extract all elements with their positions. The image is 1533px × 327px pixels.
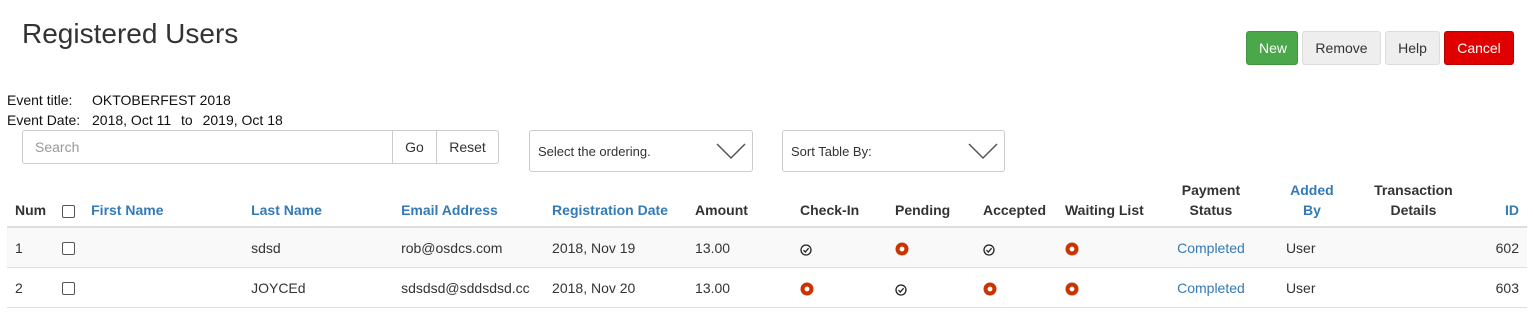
cell-accepted xyxy=(974,267,1057,308)
remove-button[interactable]: Remove xyxy=(1302,31,1381,65)
col-id[interactable]: ID xyxy=(1470,174,1527,228)
radio-circle-icon[interactable] xyxy=(1065,282,1079,296)
cell-first-name xyxy=(83,227,244,268)
col-registration-date[interactable]: Registration Date xyxy=(544,174,688,228)
event-title-label: Event title: xyxy=(7,92,73,108)
col-select-all xyxy=(54,174,84,228)
cell-select xyxy=(54,267,84,308)
page-title: Registered Users xyxy=(22,18,239,49)
cell-id: 602 xyxy=(1470,227,1527,268)
event-date-from: 2018, Oct 11 xyxy=(92,112,172,128)
check-circle-icon[interactable] xyxy=(895,283,907,296)
cell-transaction xyxy=(1355,267,1471,308)
cell-added-by: User xyxy=(1267,227,1356,268)
col-pending[interactable]: Pending xyxy=(887,174,975,228)
ordering-select-label: Select the ordering. xyxy=(538,144,651,159)
col-added-by[interactable]: Added By xyxy=(1267,174,1356,228)
toolbar: New Remove Help Cancel xyxy=(1246,31,1514,65)
col-last-name[interactable]: Last Name xyxy=(243,174,394,228)
select-all-checkbox[interactable] xyxy=(62,204,76,218)
cell-num: 2 xyxy=(7,267,55,308)
cell-amount: 13.00 xyxy=(687,227,793,268)
row-checkbox[interactable] xyxy=(62,242,76,256)
col-accepted[interactable]: Accepted xyxy=(974,174,1057,228)
radio-circle-icon[interactable] xyxy=(800,282,814,296)
cell-pending xyxy=(887,267,975,308)
col-check-in[interactable]: Check-In xyxy=(792,174,887,228)
cell-payment-status[interactable]: Completed xyxy=(1153,267,1268,308)
transaction-header-line1: Transaction xyxy=(1374,182,1453,198)
go-button[interactable]: Go xyxy=(393,130,437,164)
row-checkbox[interactable] xyxy=(62,282,76,296)
cell-pending xyxy=(887,227,975,268)
reset-button[interactable]: Reset xyxy=(437,130,499,164)
event-title-line: Event title: OKTOBERFEST 2018 xyxy=(7,92,231,108)
col-first-name[interactable]: First Name xyxy=(83,174,244,228)
radio-circle-icon[interactable] xyxy=(983,282,997,296)
cell-registration-date: 2018, Nov 19 xyxy=(544,227,688,268)
event-date-label: Event Date: xyxy=(7,112,81,128)
cell-amount: 13.00 xyxy=(687,267,793,308)
chevron-down-icon xyxy=(716,143,746,160)
radio-circle-icon[interactable] xyxy=(1065,242,1079,256)
cell-email: rob@osdcs.com xyxy=(393,227,545,268)
cell-payment-status[interactable]: Completed xyxy=(1153,227,1268,268)
cell-last-name: sdsd xyxy=(243,227,394,268)
event-date-line: Event Date: 2018, Oct 11 to 2019, Oct 18 xyxy=(7,112,283,128)
payment-header-line2: Status xyxy=(1189,202,1233,218)
cell-waiting-list xyxy=(1056,267,1154,308)
col-transaction-details[interactable]: Transaction Details xyxy=(1355,174,1471,228)
cell-check-in xyxy=(792,227,887,268)
ordering-select[interactable]: Select the ordering. xyxy=(529,130,753,172)
check-circle-icon[interactable] xyxy=(800,243,812,256)
added-header-line2: By xyxy=(1302,202,1321,218)
sort-select[interactable]: Sort Table By: xyxy=(782,130,1005,172)
col-payment-status[interactable]: Payment Status xyxy=(1153,174,1268,228)
transaction-header-line2: Details xyxy=(1390,202,1437,218)
search-input[interactable] xyxy=(22,130,393,164)
cell-num: 1 xyxy=(7,227,55,268)
radio-circle-icon[interactable] xyxy=(895,242,909,256)
event-title-value: OKTOBERFEST 2018 xyxy=(92,92,231,108)
table-header-row: Num First Name Last Name Email Address R… xyxy=(7,174,1527,228)
col-num[interactable]: Num xyxy=(7,174,55,228)
cell-select xyxy=(54,227,84,268)
check-circle-icon[interactable] xyxy=(983,243,995,256)
users-table: Num First Name Last Name Email Address R… xyxy=(7,174,1527,308)
new-button[interactable]: New xyxy=(1246,31,1298,65)
cell-accepted xyxy=(974,227,1057,268)
cell-added-by: User xyxy=(1267,267,1356,308)
cell-email: sdsdsd@sddsdsd.cc xyxy=(393,267,545,308)
cell-last-name: JOYCEd xyxy=(243,267,394,308)
payment-header-line1: Payment xyxy=(1181,182,1241,198)
cell-waiting-list xyxy=(1056,227,1154,268)
help-button[interactable]: Help xyxy=(1385,31,1440,65)
added-header-line1: Added xyxy=(1290,182,1334,198)
col-email[interactable]: Email Address xyxy=(393,174,545,228)
cell-transaction xyxy=(1355,227,1471,268)
cell-id: 603 xyxy=(1470,267,1527,308)
sort-select-label: Sort Table By: xyxy=(791,144,872,159)
cell-first-name xyxy=(83,267,244,308)
cancel-button[interactable]: Cancel xyxy=(1444,31,1514,65)
chevron-down-icon xyxy=(968,143,998,160)
col-waiting-list[interactable]: Waiting List xyxy=(1056,174,1154,228)
table-row[interactable]: 2 JOYCEd sdsdsd@sddsdsd.cc 2018, Nov 20 … xyxy=(7,267,1527,308)
event-date-separator: to xyxy=(181,112,193,128)
col-amount[interactable]: Amount xyxy=(687,174,793,228)
cell-check-in xyxy=(792,267,887,308)
search-bar: Go Reset xyxy=(22,130,499,164)
table-row[interactable]: 1 sdsd rob@osdcs.com 2018, Nov 19 13.00 … xyxy=(7,227,1527,268)
cell-registration-date: 2018, Nov 20 xyxy=(544,267,688,308)
event-date-to: 2019, Oct 18 xyxy=(202,112,283,128)
